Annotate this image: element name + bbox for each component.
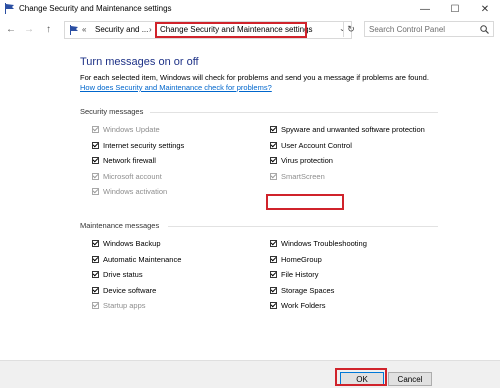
checkbox-windows-activation: Windows activation	[92, 187, 167, 196]
checkbox-checked-icon	[92, 302, 99, 309]
checkbox-label: HomeGroup	[281, 254, 322, 264]
security-flag-icon	[5, 3, 14, 14]
checkbox-label: Device software	[103, 285, 157, 295]
search-icon[interactable]	[480, 25, 489, 34]
page-title: Turn messages on or off	[80, 56, 199, 68]
search-box[interactable]	[364, 21, 494, 37]
checkbox-device-software[interactable]: Device software	[92, 286, 156, 295]
checkbox-checked-icon	[270, 172, 277, 180]
security-flag-icon	[70, 25, 78, 35]
checkbox-label: Windows Backup	[103, 239, 161, 248]
checkbox-user-account-control[interactable]: User Account Control	[270, 141, 352, 150]
checkbox-checked-icon[interactable]	[92, 141, 99, 149]
checkbox-checked-icon[interactable]	[270, 126, 277, 133]
minimize-button[interactable]: —	[410, 0, 440, 18]
checkbox-label: Windows Update	[103, 125, 160, 134]
checkbox-checked-icon[interactable]	[270, 157, 277, 164]
checkbox-windows-troubleshooting[interactable]: Windows Troubleshooting	[270, 239, 367, 248]
checkbox-checked-icon	[92, 188, 99, 195]
checkbox-checked-icon[interactable]	[92, 157, 99, 164]
checkbox-work-folders[interactable]: Work Folders	[270, 301, 325, 310]
checkbox-label: Virus protection	[281, 156, 333, 165]
security-divider	[150, 112, 438, 113]
checkbox-label: User Account Control	[281, 140, 352, 150]
checkbox-label: Microsoft account	[103, 171, 162, 181]
breadcrumb-security[interactable]: Security and ...	[95, 25, 148, 34]
checkbox-checked-icon[interactable]	[270, 302, 277, 309]
chevron-right-icon[interactable]: ›	[149, 25, 152, 34]
maximize-button[interactable]: ☐	[440, 0, 470, 18]
checkbox-network-firewall[interactable]: Network firewall	[92, 156, 156, 165]
checkbox-microsoft-account: Microsoft account	[92, 172, 162, 181]
maintenance-section-title: Maintenance messages	[80, 221, 160, 230]
maintenance-divider	[168, 226, 438, 227]
annotation-highlight-breadcrumb	[155, 22, 307, 38]
checkbox-label: Drive status	[103, 270, 143, 279]
checkbox-smartscreen: SmartScreen	[270, 172, 325, 181]
cancel-button[interactable]: Cancel	[388, 372, 432, 386]
window-title: Change Security and Maintenance settings	[19, 4, 172, 13]
checkbox-label: Spyware and unwanted software protection	[281, 125, 425, 134]
checkbox-automatic-maintenance[interactable]: Automatic Maintenance	[92, 255, 181, 264]
checkbox-checked-icon[interactable]	[92, 271, 99, 278]
help-link[interactable]: How does Security and Maintenance check …	[80, 83, 272, 92]
checkbox-checked-icon	[92, 172, 99, 180]
checkbox-checked-icon[interactable]	[92, 240, 99, 247]
checkbox-label: SmartScreen	[281, 171, 325, 181]
checkbox-internet-security-settings[interactable]: Internet security settings	[92, 141, 184, 150]
checkbox-virus-protection[interactable]: Virus protection	[270, 156, 333, 165]
checkbox-checked-icon[interactable]	[92, 255, 99, 263]
checkbox-checked-icon	[92, 126, 99, 133]
checkbox-label: File History	[281, 270, 319, 279]
checkbox-label: Windows Troubleshooting	[281, 239, 367, 248]
security-section-title: Security messages	[80, 107, 144, 116]
page-description: For each selected item, Windows will che…	[80, 73, 429, 82]
checkbox-checked-icon[interactable]	[270, 271, 277, 278]
search-input[interactable]	[369, 25, 477, 34]
checkbox-label: Startup apps	[103, 301, 146, 310]
checkbox-checked-icon[interactable]	[270, 141, 277, 149]
annotation-highlight-virus-protection	[266, 194, 344, 210]
checkbox-startup-apps: Startup apps	[92, 301, 146, 310]
checkbox-homegroup[interactable]: HomeGroup	[270, 255, 322, 264]
checkbox-checked-icon[interactable]	[270, 286, 277, 294]
checkbox-label: Storage Spaces	[281, 285, 335, 295]
checkbox-windows-update: Windows Update	[92, 125, 160, 134]
back-arrow-icon[interactable]: ←	[6, 24, 16, 35]
checkbox-file-history[interactable]: File History	[270, 270, 319, 279]
forward-arrow-icon[interactable]: →	[24, 24, 34, 35]
settings-content: Turn messages on or off For each selecte…	[0, 42, 500, 360]
checkbox-spyware-and-unwanted-software-protection[interactable]: Spyware and unwanted software protection	[270, 125, 425, 134]
checkbox-windows-backup[interactable]: Windows Backup	[92, 239, 161, 248]
checkbox-label: Network firewall	[103, 156, 156, 165]
annotation-highlight-ok	[335, 368, 387, 386]
checkbox-drive-status[interactable]: Drive status	[92, 270, 143, 279]
checkbox-label: Internet security settings	[103, 140, 185, 150]
title-bar: Change Security and Maintenance settings…	[0, 0, 500, 18]
checkbox-label: Work Folders	[281, 301, 326, 310]
breadcrumb-overflow-icon[interactable]: «	[82, 25, 86, 34]
checkbox-checked-icon[interactable]	[270, 255, 277, 263]
refresh-icon[interactable]: ↻	[343, 21, 358, 37]
up-arrow-icon[interactable]: ↑	[46, 24, 51, 35]
checkbox-storage-spaces[interactable]: Storage Spaces	[270, 286, 334, 295]
checkbox-label: Automatic Maintenance	[103, 254, 182, 264]
close-button[interactable]: ✕	[470, 0, 500, 18]
checkbox-label: Windows activation	[103, 187, 168, 196]
checkbox-checked-icon[interactable]	[270, 240, 277, 247]
checkbox-checked-icon[interactable]	[92, 286, 99, 294]
